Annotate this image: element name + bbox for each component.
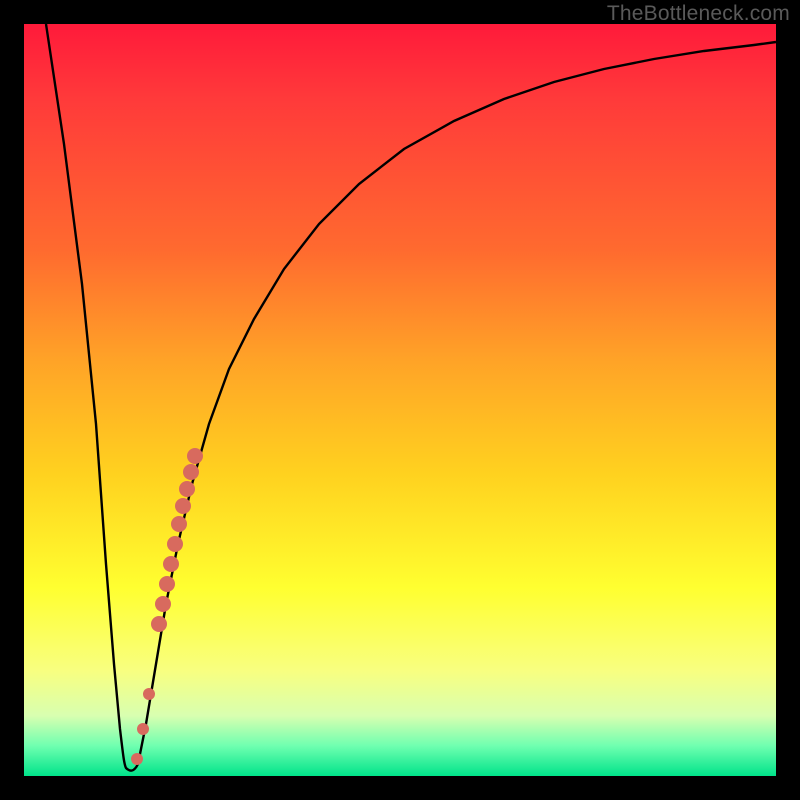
plot-area — [24, 24, 776, 776]
curve-layer — [24, 24, 776, 776]
highlight-markers — [131, 448, 203, 765]
watermark-text: TheBottleneck.com — [607, 2, 790, 26]
chart-frame: TheBottleneck.com — [0, 0, 800, 800]
bottleneck-curve — [46, 24, 776, 771]
